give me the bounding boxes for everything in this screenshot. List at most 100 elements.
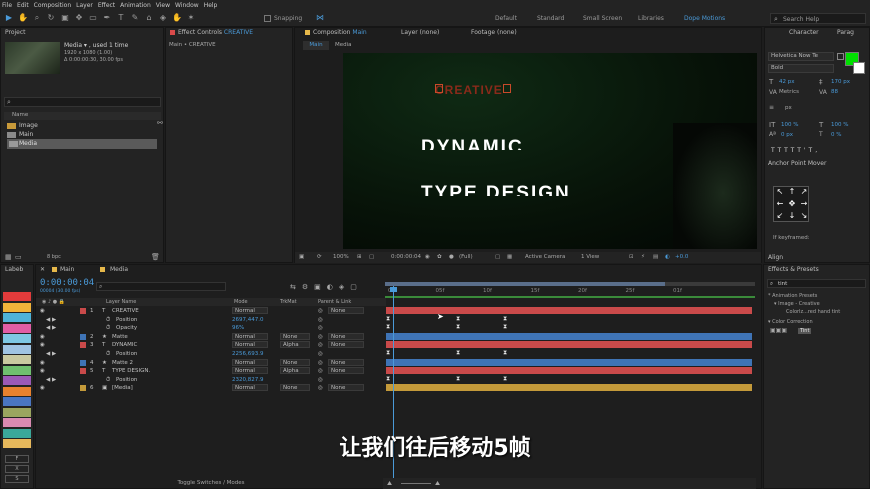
search-help-field[interactable]: ⌕ Search Help — [770, 13, 866, 24]
property-row[interactable]: ◀ ▶ ⏱ Position 2320,827.9 ◎ — [36, 376, 386, 384]
channel-icon[interactable]: ● — [449, 252, 454, 263]
keyframe-icon[interactable]: ⧗ — [386, 323, 390, 330]
pickwhip-icon[interactable]: ◎ — [318, 359, 323, 367]
eyedropper-icon[interactable] — [837, 53, 844, 60]
menu-window[interactable]: Window — [175, 2, 199, 9]
label-color-swatch[interactable] — [3, 302, 31, 312]
exposure-icon[interactable]: ◐ — [665, 252, 670, 263]
image-creative-item[interactable]: ▾ Image - Creative — [774, 301, 820, 307]
project-item-main[interactable]: Main — [7, 130, 157, 139]
tint-effect-item[interactable]: ▣▣▣ Tint — [770, 327, 814, 335]
timeline-tab-main[interactable]: Main — [60, 265, 74, 275]
menu-file[interactable]: File — [2, 2, 12, 9]
visibility-icon[interactable]: ◉ — [40, 341, 45, 349]
stroke-color-swatch[interactable] — [853, 62, 865, 74]
timeline-search-input[interactable]: ⌕ — [96, 282, 226, 291]
baseline-value[interactable]: 0 px — [781, 132, 793, 138]
layer-name[interactable]: Matte 2 — [112, 359, 133, 367]
snapping-checkbox[interactable] — [264, 15, 271, 22]
layer-row[interactable]: ◉ 4 ★ Matte 2 Normal None ◎ None — [36, 358, 386, 367]
clone-tool-icon[interactable]: ⌂ — [144, 13, 154, 23]
workspace-standard[interactable]: Standard — [537, 15, 564, 22]
faux-styles-row[interactable]: TTTTT'T, — [771, 147, 820, 154]
pickwhip-icon[interactable]: ◎ — [318, 324, 323, 332]
label-color-swatch[interactable] — [3, 407, 31, 417]
property-value[interactable]: 2320,827.9 — [232, 376, 264, 384]
menu-layer[interactable]: Layer — [76, 2, 93, 9]
trkmat-select[interactable]: None — [280, 332, 310, 340]
layer-label-color[interactable] — [80, 368, 86, 375]
roto-tool-icon[interactable]: ✋ — [172, 13, 182, 23]
parent-select[interactable]: None — [328, 384, 364, 392]
pickwhip-icon[interactable]: ◎ — [318, 307, 323, 315]
tab-paragraph[interactable]: Parag — [837, 28, 854, 38]
pickwhip-icon[interactable]: ◎ — [318, 367, 323, 375]
hierarchy-icon[interactable]: ⚯ — [157, 119, 163, 127]
timeline-icon[interactable]: ▤ — [653, 252, 658, 263]
label-color-swatch[interactable] — [3, 397, 31, 406]
layer-label-color[interactable] — [80, 342, 86, 349]
pickwhip-icon[interactable]: ◎ — [318, 333, 323, 341]
region-icon[interactable]: ⟳ — [317, 252, 322, 263]
mode-select[interactable]: Normal — [232, 307, 268, 314]
keyframe-icon[interactable]: ⧗ — [456, 375, 460, 382]
keyframe-icon[interactable]: ⧗ — [456, 349, 460, 356]
leading-value[interactable]: 170 px — [831, 79, 850, 85]
zoom-out-icon[interactable]: ⛰ — [387, 478, 392, 489]
layer-tab[interactable]: Layer (none) — [401, 28, 439, 38]
layer-duration-bar[interactable] — [386, 341, 752, 349]
zoom-tool-icon[interactable]: ⌕ — [32, 13, 42, 23]
visibility-icon[interactable]: ◉ — [40, 307, 45, 315]
keyframe-nav-icon[interactable]: ◀ ▶ — [46, 350, 56, 358]
workspace-dope-motions[interactable]: Dope Motions — [684, 15, 725, 22]
label-color-swatch[interactable] — [3, 418, 31, 427]
visibility-icon[interactable]: ◉ — [40, 367, 45, 375]
property-value[interactable]: 2256,693.9 — [232, 350, 264, 358]
layer-label-color[interactable] — [80, 359, 86, 366]
layer-duration-bar[interactable] — [386, 384, 752, 392]
puppet-tool-icon[interactable]: ✶ — [186, 13, 196, 23]
layer-row[interactable]: ◉ 2 ★ Matte Normal None ◎ None — [36, 332, 386, 341]
views-select[interactable]: 1 View — [581, 252, 599, 263]
workspace-small-screen[interactable]: Small Screen — [583, 15, 622, 22]
pickwhip-icon[interactable]: ◎ — [318, 350, 323, 358]
keyframe-icon[interactable]: ⧗ — [503, 349, 507, 356]
arrow-s-icon[interactable]: ↓ — [788, 212, 796, 220]
project-search-input[interactable]: ⌕ — [4, 97, 161, 107]
interpret-footage-icon[interactable]: ▦ — [5, 253, 12, 261]
trkmat-select[interactable]: None — [280, 384, 310, 392]
stopwatch-icon[interactable]: ⏱ — [106, 324, 110, 332]
tab-character[interactable]: Character — [789, 28, 819, 38]
label-button-x[interactable]: X — [5, 465, 29, 473]
label-color-swatch[interactable] — [3, 344, 31, 354]
vertical-scale-value[interactable]: 100 % — [781, 122, 798, 128]
rectangle-tool-icon[interactable]: ▭ — [88, 13, 98, 23]
layer-duration-bar[interactable] — [386, 367, 752, 375]
label-button-s[interactable]: S — [5, 475, 29, 483]
menu-view[interactable]: View — [156, 2, 170, 9]
mode-header[interactable]: Mode — [234, 298, 248, 306]
arrow-w-icon[interactable]: ← — [776, 200, 784, 208]
colorize-preset-item[interactable]: Colorlz...red hand tint — [786, 309, 840, 315]
stopwatch-icon[interactable]: ⏱ — [106, 376, 110, 384]
layer-name[interactable]: TYPE DESIGN. — [112, 367, 150, 375]
layer-row[interactable]: ◉ 1 T CREATIVE Normal ◎ None — [36, 307, 386, 315]
keyframe-icon[interactable]: ⧗ — [503, 375, 507, 382]
kerning-value[interactable]: Metrics — [779, 89, 799, 95]
mask-icon[interactable]: ▢ — [369, 252, 374, 263]
property-value[interactable]: 96% — [232, 324, 244, 332]
parent-select[interactable]: None — [328, 341, 364, 349]
mode-select[interactable]: Normal — [232, 332, 268, 340]
timeline-timecode[interactable]: 0:00:00:04 — [40, 278, 94, 288]
layer-duration-bar[interactable] — [386, 332, 752, 340]
zoom-select[interactable]: 100% — [333, 252, 349, 263]
keyframe-icon[interactable]: ⧗ — [503, 315, 507, 322]
label-color-swatch[interactable] — [3, 365, 31, 375]
layer-name[interactable]: DYNAMIC — [112, 341, 137, 349]
parent-select[interactable]: None — [328, 367, 364, 375]
arrow-nw-icon[interactable]: ↖ — [776, 188, 784, 196]
trkmat-select[interactable]: None — [280, 358, 310, 366]
keyframe-icon[interactable]: ⧗ — [386, 315, 390, 322]
selection-tool-icon[interactable]: ▶ — [4, 13, 14, 23]
snap-icon[interactable]: ⋈ — [315, 13, 325, 23]
